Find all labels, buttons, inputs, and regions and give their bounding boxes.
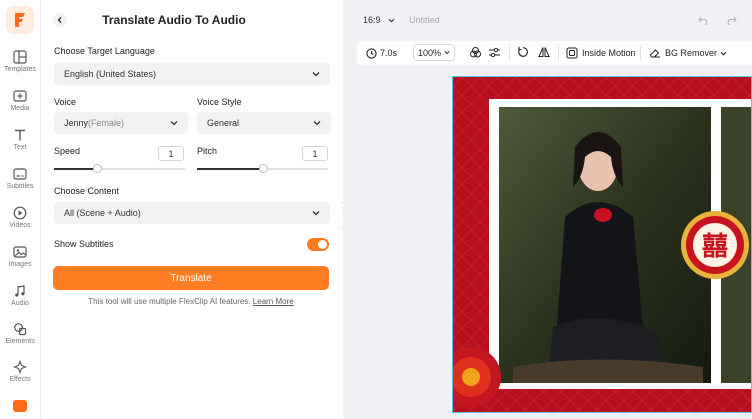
chevron-left-icon: [57, 17, 62, 23]
translate-button[interactable]: Translate: [53, 266, 329, 290]
videos-icon: [13, 206, 27, 220]
logo-f-icon: [15, 13, 25, 27]
redo-icon[interactable]: [726, 15, 737, 25]
sidebar-item-templates[interactable]: Templates: [0, 50, 40, 86]
project-name[interactable]: Untitled: [409, 15, 440, 25]
audio-icon: [15, 285, 25, 297]
more-tools-icon[interactable]: [13, 400, 27, 412]
target-language-select[interactable]: English (United States): [54, 63, 330, 85]
sidebar-item-label: Subtitles: [6, 183, 34, 190]
toggle-knob: [318, 240, 327, 249]
images-icon: [13, 246, 27, 258]
elements-icon: [14, 323, 27, 336]
speed-input[interactable]: 1: [158, 146, 184, 161]
sidebar-item-elements[interactable]: Elements: [0, 322, 40, 358]
content-label: Choose Content: [54, 186, 120, 196]
speed-slider-handle[interactable]: [93, 164, 102, 173]
pitch-label: Pitch: [197, 146, 218, 156]
chevron-down-icon: [312, 72, 320, 77]
panel-title: Translate Audio To Audio: [102, 13, 246, 27]
flip-icon[interactable]: [538, 46, 550, 58]
pitch-slider-fill: [197, 168, 263, 170]
video-canvas[interactable]: 囍: [452, 76, 752, 413]
adjust-sliders-icon[interactable]: [488, 46, 501, 59]
flexclip-logo[interactable]: [6, 6, 34, 34]
ai-features-note: This tool will use multiple FlexClip AI …: [88, 297, 294, 306]
show-subtitles-toggle[interactable]: [307, 238, 329, 251]
learn-more-link[interactable]: Learn More: [253, 297, 294, 306]
sidebar-item-media[interactable]: Media: [0, 89, 40, 125]
bg-remover-button[interactable]: BG Remover: [649, 46, 727, 60]
target-language-label: Choose Target Language: [54, 46, 155, 56]
sidebar-item-label: Elements: [5, 338, 35, 345]
voice-style-value: General: [207, 118, 240, 128]
sidebar-item-videos[interactable]: Videos: [0, 206, 40, 242]
editor-workspace: 16:9 Untitled 7.0s 100% Inside Motion BG…: [343, 0, 752, 419]
undo-icon[interactable]: [698, 15, 709, 25]
chevron-down-icon: [170, 121, 178, 126]
chevron-down-icon: [313, 121, 321, 126]
aspect-ratio-select[interactable]: 16:9: [363, 15, 395, 25]
speed-slider-fill: [54, 168, 97, 170]
pitch-slider-handle[interactable]: [259, 164, 268, 173]
svg-text:囍: 囍: [702, 232, 728, 262]
chevron-down-icon: [312, 211, 320, 216]
sidebar-item-label: Effects: [9, 376, 31, 383]
pitch-input[interactable]: 1: [302, 146, 328, 161]
sidebar-item-audio[interactable]: Audio: [0, 284, 40, 320]
scene-preview-image: 囍: [453, 77, 751, 412]
toolbar-divider: [509, 46, 510, 60]
voice-label: Voice: [54, 97, 77, 107]
inside-motion-icon: [566, 47, 578, 59]
templates-icon: [13, 50, 27, 64]
speed-label: Speed: [54, 146, 81, 156]
double-happiness-emblem: 囍: [681, 211, 749, 279]
chevron-down-icon: [388, 18, 395, 23]
sidebar-item-label: Images: [8, 261, 32, 268]
color-adjust-icon[interactable]: [469, 46, 482, 59]
back-button[interactable]: [53, 13, 67, 27]
effects-icon: [13, 360, 27, 374]
voice-value: Jenny(Female): [64, 118, 125, 128]
toolbar-divider: [558, 46, 559, 60]
sidebar-item-effects[interactable]: Effects: [0, 360, 40, 396]
clock-icon: [366, 47, 377, 59]
voice-style-label: Voice Style: [197, 97, 242, 107]
voice-style-select[interactable]: General: [197, 112, 331, 134]
content-value: All (Scene + Audio): [64, 208, 141, 218]
sidebar-item-label: Videos: [9, 222, 31, 229]
duration-button[interactable]: 7.0s: [366, 46, 397, 60]
sidebar-item-subtitles[interactable]: Subtitles: [0, 167, 40, 203]
inside-motion-button[interactable]: Inside Motion: [566, 46, 636, 60]
chevron-down-icon: [720, 51, 727, 56]
text-icon: [15, 129, 25, 141]
subtitles-icon: [13, 168, 27, 180]
sidebar-item-label: Templates: [4, 66, 36, 73]
media-icon: [13, 90, 27, 102]
rotate-icon[interactable]: [517, 46, 529, 58]
sidebar-item-images[interactable]: Images: [0, 245, 40, 281]
voice-select[interactable]: Jenny(Female): [54, 112, 188, 134]
toolbar-divider: [640, 46, 641, 60]
element-toolbar: 7.0s 100% Inside Motion BG Remover: [357, 41, 752, 65]
sidebar-item-label: Audio: [11, 300, 29, 307]
content-select[interactable]: All (Scene + Audio): [54, 202, 330, 224]
eraser-icon: [649, 49, 660, 58]
chevron-down-icon: [444, 51, 450, 55]
sidebar-item-text[interactable]: Text: [0, 128, 40, 164]
sidebar: Templates Media Text Subtitles Videos Im…: [0, 0, 41, 419]
editor-topbar: 16:9 Untitled: [343, 0, 752, 40]
sidebar-item-label: Text: [13, 144, 27, 151]
target-language-value: English (United States): [64, 69, 157, 79]
sidebar-item-label: Media: [10, 105, 30, 112]
show-subtitles-label: Show Subtitles: [54, 239, 114, 249]
zoom-select[interactable]: 100%: [413, 44, 455, 61]
